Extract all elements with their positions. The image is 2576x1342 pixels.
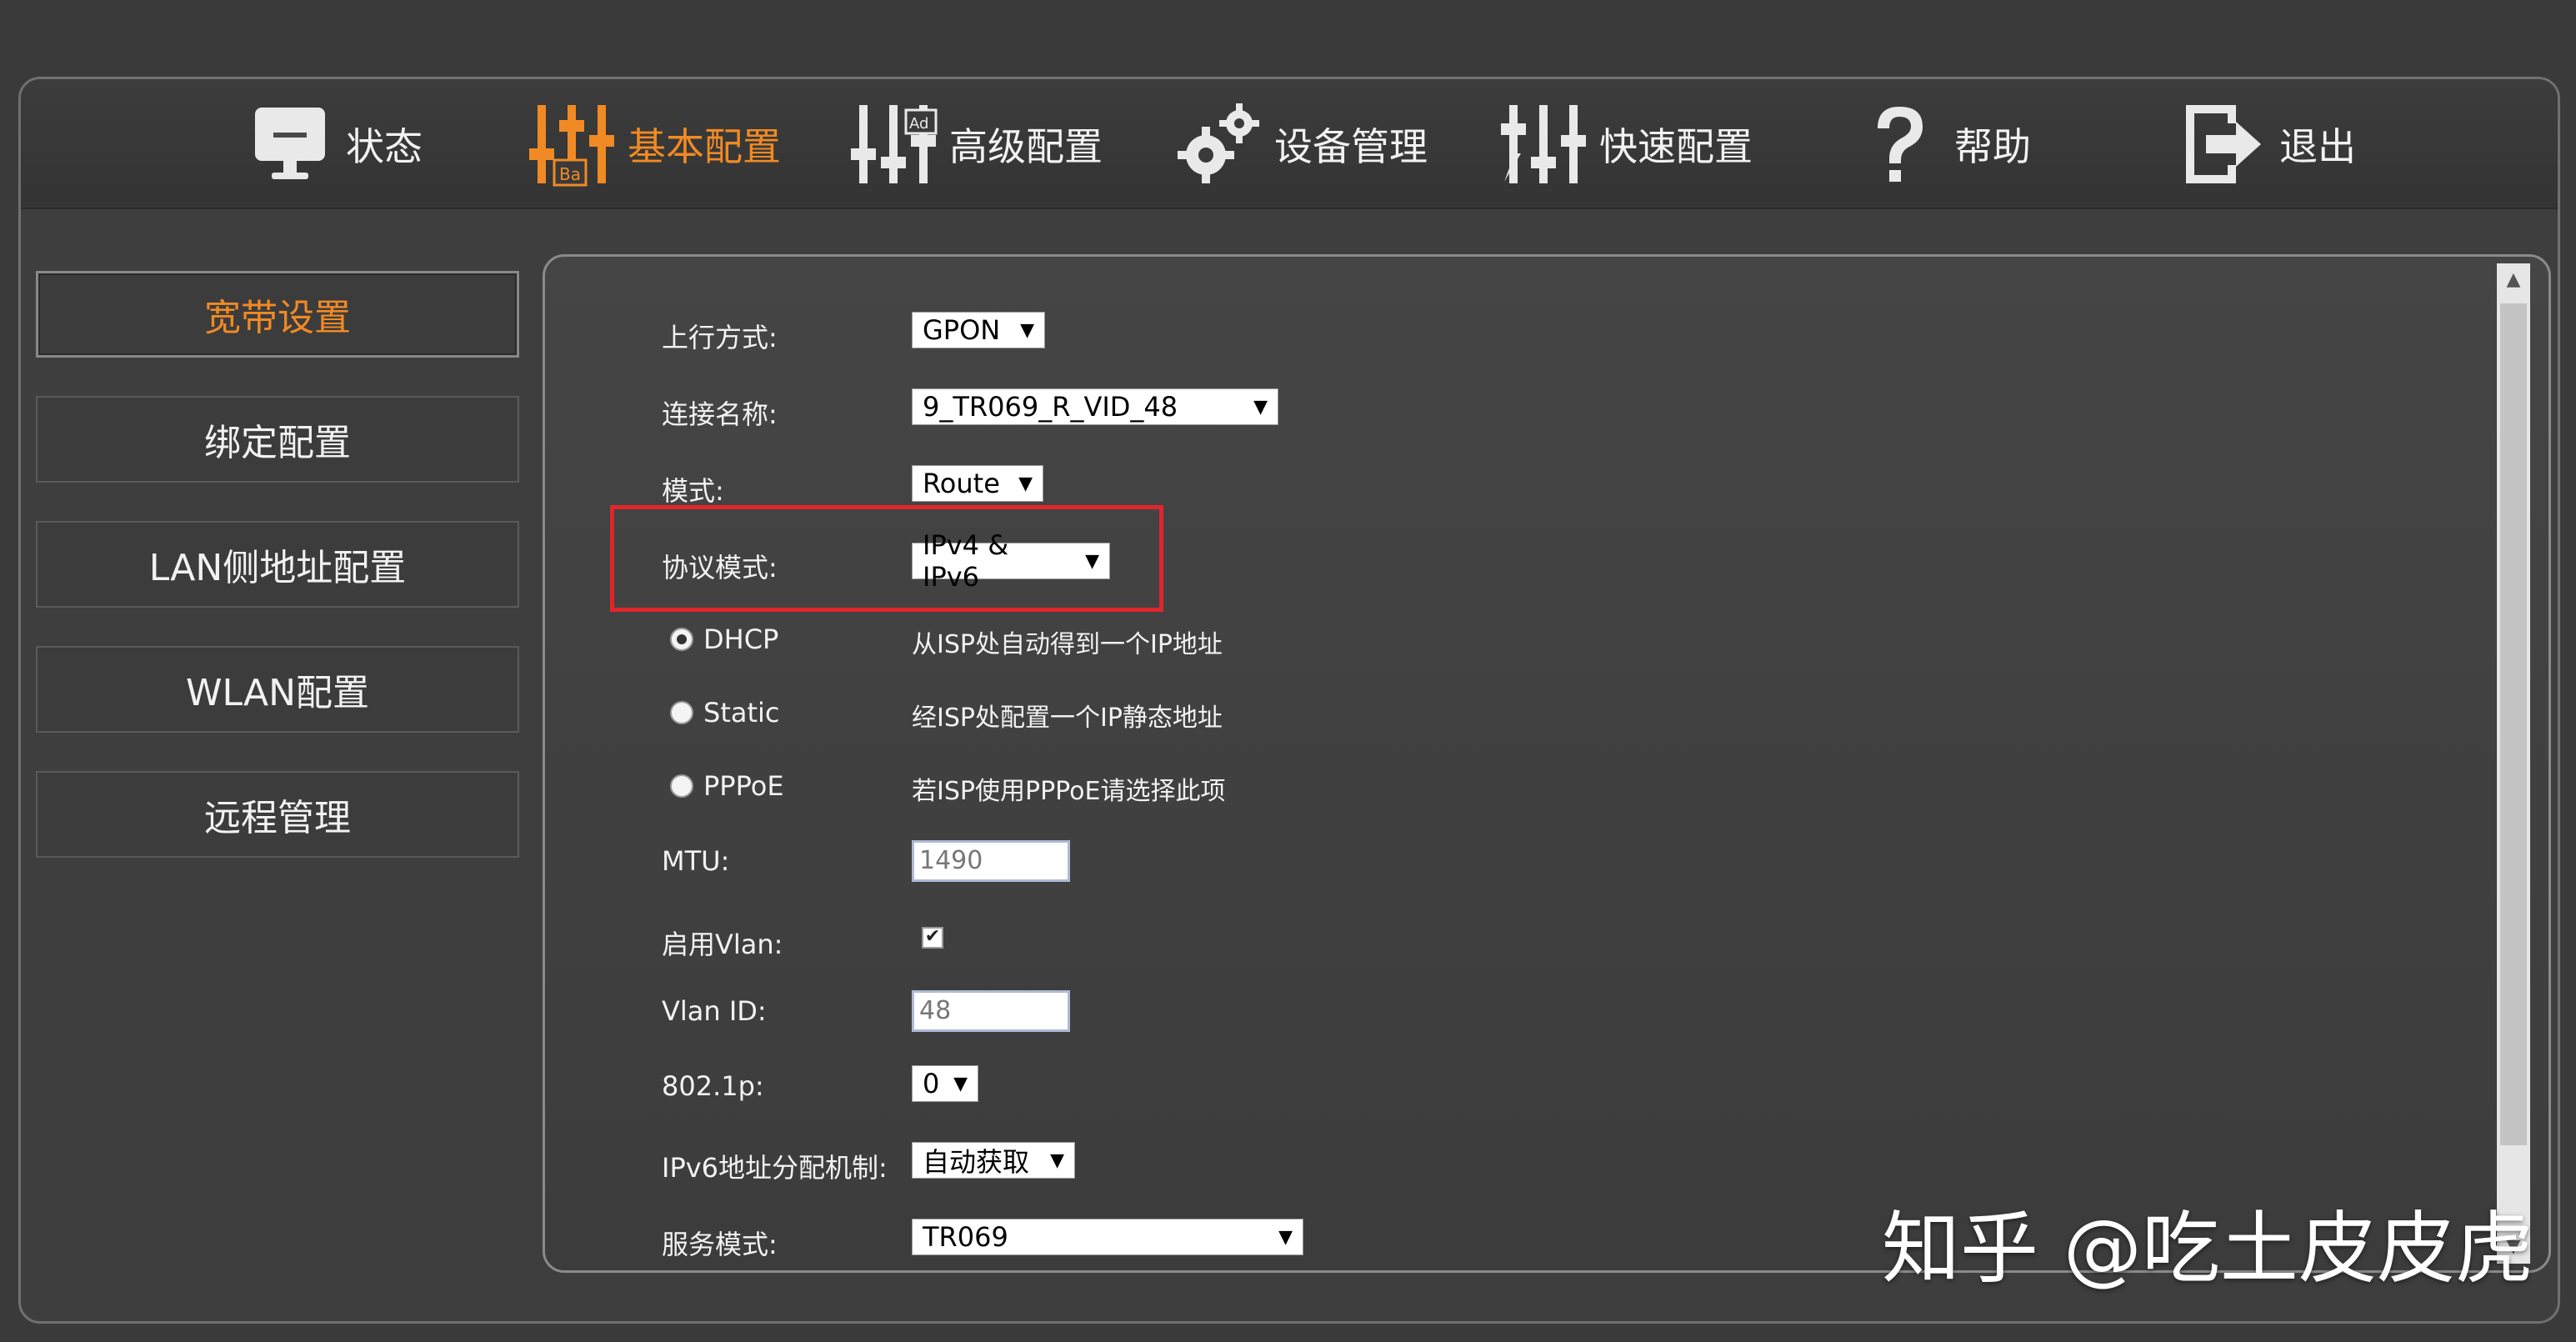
uplink-value: GPON <box>923 314 1001 346</box>
vlan-enable-label: 启用Vlan: <box>662 929 783 960</box>
nav-label: 快速配置 <box>1599 124 1753 169</box>
scroll-up-icon[interactable]: ▲ <box>2497 263 2530 297</box>
nav-label: 设备管理 <box>1274 124 1428 169</box>
8021p-value: 0 <box>923 1068 940 1099</box>
uplink-select[interactable]: GPON ▼ <box>912 312 1045 348</box>
mode-label: 模式: <box>662 475 724 507</box>
sidebar-item-label: LAN侧地址配置 <box>148 547 407 589</box>
protocol-select[interactable]: IPv4 & IPv6 ▼ <box>912 529 1110 593</box>
exit-icon <box>2178 98 2269 190</box>
mtu-label: MTU: <box>662 845 730 877</box>
nav-quick-config[interactable]: 快速配置 <box>1498 94 1753 194</box>
sidebar-item-label: WLAN配置 <box>185 672 370 714</box>
nav-label: 基本配置 <box>628 124 781 169</box>
protocol-value: IPv4 & IPv6 <box>923 529 1009 593</box>
dhcp-label: DHCP <box>703 623 779 655</box>
pppoe-description: 若ISP使用PPPoE请选择此项 <box>912 777 1226 806</box>
ipv6-alloc-row: IPv6地址分配机制: 自动获取 ▼ <box>545 1142 2548 1192</box>
mode-row: 模式: Route ▼ <box>545 465 2548 515</box>
ipv6-alloc-label: IPv6地址分配机制: <box>662 1152 888 1184</box>
protocol-row: 协议模式: IPv4 & IPv6 ▼ <box>545 529 2548 593</box>
static-label: Static <box>703 697 780 729</box>
8021p-row: 802.1p: 0 ▼ <box>545 1065 2548 1115</box>
pppoe-label: PPPoE <box>703 770 784 802</box>
uplink-row: 上行方式: GPON ▼ <box>545 312 2548 362</box>
sliders-bolt-icon <box>1498 98 1589 190</box>
scroll-thumb[interactable] <box>2500 303 2527 1145</box>
connection-label: 连接名称: <box>662 398 778 430</box>
dropdown-arrow-icon: ▼ <box>1020 319 1034 341</box>
ipv6-alloc-select[interactable]: 自动获取 ▼ <box>912 1142 1075 1179</box>
dhcp-row: DHCP 从ISP处自动得到一个IP地址 <box>545 618 2548 668</box>
sliders-ba-icon: Ba <box>526 98 618 190</box>
connection-row: 连接名称: 9_TR069_R_VID_48 ▼ <box>545 388 2548 438</box>
top-nav: 状态 Ba 基本配置 Ad 高级配置 设备管理 快速配置 帮助 退出 <box>21 79 2558 209</box>
dropdown-arrow-icon: ▼ <box>1253 396 1268 418</box>
vlan-id-label: Vlan ID: <box>662 995 767 1027</box>
protocol-label: 协议模式: <box>662 552 778 583</box>
service-value: TR069 <box>923 1221 1008 1253</box>
vlan-enable-checkbox[interactable]: ✔ <box>922 927 943 949</box>
mode-value: Route <box>923 468 1000 499</box>
mtu-row: MTU: 1490 <box>545 840 2548 890</box>
8021p-label: 802.1p: <box>662 1070 764 1102</box>
service-label: 服务模式: <box>662 1229 778 1260</box>
pppoe-radio[interactable] <box>670 774 693 798</box>
dhcp-option[interactable]: DHCP <box>670 623 778 655</box>
svg-text:Ad: Ad <box>909 115 928 133</box>
uplink-label: 上行方式: <box>662 322 778 353</box>
dropdown-arrow-icon: ▼ <box>1018 473 1033 494</box>
dhcp-radio[interactable] <box>670 628 693 651</box>
svg-text:Ba: Ba <box>559 164 581 184</box>
gears-icon <box>1173 98 1264 190</box>
nav-help[interactable]: 帮助 <box>1853 94 2031 194</box>
static-row: Static 经ISP处配置一个IP静态地址 <box>545 692 2548 742</box>
nav-device-management[interactable]: 设备管理 <box>1173 94 1428 194</box>
nav-label: 状态 <box>346 124 423 169</box>
sidebar-item-wlan[interactable]: WLAN配置 <box>36 646 519 733</box>
static-radio[interactable] <box>670 701 693 724</box>
sidebar-item-remote-management[interactable]: 远程管理 <box>36 771 519 858</box>
sidebar-item-binding[interactable]: 绑定配置 <box>36 396 519 483</box>
static-option[interactable]: Static <box>670 697 780 729</box>
sidebar-item-broadband[interactable]: 宽带设置 <box>36 271 519 358</box>
nav-status[interactable]: 状态 <box>244 94 423 194</box>
router-admin-frame: 状态 Ba 基本配置 Ad 高级配置 设备管理 快速配置 帮助 退出 宽带设置 … <box>18 77 2560 1324</box>
mtu-input[interactable]: 1490 <box>912 840 1070 882</box>
nav-logout[interactable]: 退出 <box>2178 94 2356 194</box>
dropdown-arrow-icon: ▼ <box>1050 1149 1064 1171</box>
nav-label: 高级配置 <box>949 124 1103 169</box>
mode-select[interactable]: Route ▼ <box>912 465 1043 502</box>
sliders-ad-icon: Ad <box>848 98 939 190</box>
panel-scrollbar[interactable]: ▲ ▼ <box>2497 263 2530 1264</box>
nav-label: 退出 <box>2279 124 2356 169</box>
sidebar-item-label: 宽带设置 <box>204 297 351 339</box>
nav-label: 帮助 <box>1954 124 2031 169</box>
service-select[interactable]: TR069 ▼ <box>912 1219 1303 1255</box>
dropdown-arrow-icon: ▼ <box>1278 1226 1293 1248</box>
dropdown-arrow-icon: ▼ <box>1085 550 1099 572</box>
watermark: 知乎 @吃土皮皮虎 <box>1882 1204 2533 1294</box>
nav-advanced-config[interactable]: Ad 高级配置 <box>848 94 1103 194</box>
pppoe-option[interactable]: PPPoE <box>670 770 784 802</box>
8021p-select[interactable]: 0 ▼ <box>912 1065 978 1102</box>
static-description: 经ISP处配置一个IP静态地址 <box>912 704 1223 733</box>
dropdown-arrow-icon: ▼ <box>953 1073 968 1094</box>
settings-panel: 上行方式: GPON ▼ 连接名称: 9_TR069_R_VID_48 ▼ 模式… <box>543 254 2551 1273</box>
vlan-id-input[interactable]: 48 <box>912 990 1070 1032</box>
vlan-id-row: Vlan ID: 48 <box>545 990 2548 1040</box>
question-icon <box>1853 98 1944 190</box>
sidebar-item-label: 远程管理 <box>204 797 351 839</box>
connection-value: 9_TR069_R_VID_48 <box>923 391 1178 423</box>
monitor-icon <box>244 98 336 190</box>
sidebar-item-label: 绑定配置 <box>204 422 351 464</box>
sidebar-item-lan[interactable]: LAN侧地址配置 <box>36 521 519 608</box>
nav-basic-config[interactable]: Ba 基本配置 <box>526 94 781 194</box>
pppoe-row: PPPoE 若ISP使用PPPoE请选择此项 <box>545 765 2548 815</box>
dhcp-description: 从ISP处自动得到一个IP地址 <box>912 630 1223 659</box>
connection-select[interactable]: 9_TR069_R_VID_48 ▼ <box>912 388 1278 425</box>
vlan-enable-row: 启用Vlan: ✔ <box>545 919 2548 969</box>
ipv6-alloc-value: 自动获取 <box>923 1146 1030 1178</box>
